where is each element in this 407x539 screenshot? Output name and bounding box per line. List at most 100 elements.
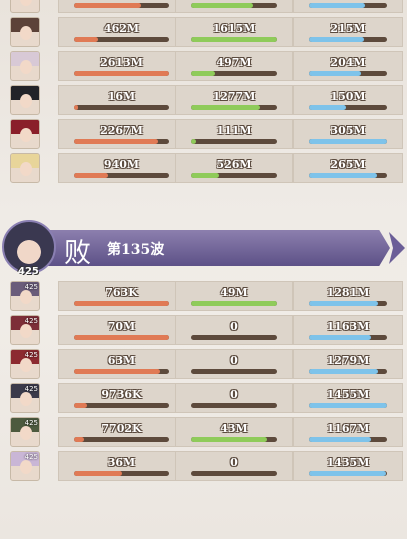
damage-taken-bar-fill [309, 301, 378, 306]
wave-result-banner: 425 败 第135波 [0, 218, 407, 288]
damage-dealt-bar-fill [74, 71, 169, 76]
damage-taken-bar [309, 173, 387, 178]
damage-dealt-value: 940M [103, 158, 140, 171]
damage-dealt-bar-fill [74, 301, 169, 306]
damage-dealt-value: 70M [107, 320, 136, 333]
healing-done-cell [175, 0, 293, 13]
hero-face [20, 94, 32, 108]
healing-done-bar [191, 335, 277, 340]
healing-done-cell: 1277M [175, 85, 293, 115]
healing-done-bar [191, 105, 277, 110]
hero-portrait[interactable] [10, 85, 40, 115]
damage-dealt-bar [74, 173, 169, 178]
damage-taken-value: 204M [330, 56, 366, 69]
damage-taken-bar-fill [309, 3, 366, 8]
hero-stat-row: 425 763K 49M 1281M [0, 279, 407, 313]
hero-portrait[interactable]: 425 [10, 349, 40, 379]
hero-stat-row: 2267M 111M 305M [0, 117, 407, 151]
healing-done-bar [191, 139, 277, 144]
healing-done-cell: 497M [175, 51, 293, 81]
damage-taken-bar-fill [309, 71, 362, 76]
healing-done-bar [191, 437, 277, 442]
damage-dealt-bar-fill [74, 369, 160, 374]
hero-level: 425 [24, 283, 38, 291]
hero-face [20, 128, 32, 142]
healing-done-bar-fill [191, 3, 253, 8]
damage-taken-cell: 305M [293, 119, 403, 149]
hero-portrait[interactable]: 425 [10, 281, 40, 311]
damage-taken-value: 1435M [326, 456, 370, 469]
damage-dealt-bar [74, 471, 169, 476]
damage-dealt-value: 2267M [100, 124, 143, 137]
damage-dealt-bar-fill [74, 437, 85, 442]
damage-taken-bar-fill [309, 369, 378, 374]
damage-dealt-cell: 9736K [58, 383, 185, 413]
hero-portrait[interactable]: 425 [10, 451, 40, 481]
damage-taken-cell: 1455M [293, 383, 403, 413]
hero-stat-row: 425 63M 0 1279M [0, 347, 407, 381]
damage-dealt-bar [74, 139, 169, 144]
damage-dealt-cell: 7702K [58, 417, 185, 447]
defeat-label: 败 [64, 238, 91, 269]
damage-taken-bar-fill [309, 471, 387, 476]
hero-stat-row: 2613M 497M 204M [0, 49, 407, 83]
hero-portrait[interactable]: 425 [10, 315, 40, 345]
hero-face [20, 0, 32, 6]
hero-stat-row: 425 36M 0 1435M [0, 449, 407, 483]
damage-dealt-value: 36M [107, 456, 136, 469]
hero-portrait[interactable] [10, 17, 40, 47]
damage-taken-bar [309, 71, 387, 76]
hero-level: 425 [24, 419, 38, 427]
damage-taken-bar [309, 301, 387, 306]
hero-face [20, 460, 32, 474]
hero-portrait[interactable]: 425 [10, 383, 40, 413]
hero-face [20, 324, 32, 338]
damage-dealt-cell: 63M [58, 349, 185, 379]
damage-taken-value: 1163M [326, 320, 370, 333]
damage-taken-value: 1279M [326, 354, 370, 367]
damage-taken-value: 215M [330, 22, 366, 35]
hero-stat-row: 16M 1277M 150M [0, 83, 407, 117]
hero-portrait[interactable] [10, 51, 40, 81]
damage-dealt-value: 7702K [101, 422, 142, 435]
damage-taken-bar [309, 105, 387, 110]
damage-taken-bar-fill [309, 173, 377, 178]
hero-portrait[interactable] [10, 0, 40, 13]
hero-level: 425 [24, 385, 38, 393]
damage-taken-bar [309, 403, 387, 408]
hero-portrait[interactable] [10, 119, 40, 149]
healing-done-value: 49M [220, 286, 248, 299]
healing-done-bar [191, 301, 277, 306]
damage-dealt-cell: 70M [58, 315, 185, 345]
hero-portrait[interactable]: 425 [10, 417, 40, 447]
damage-taken-bar [309, 3, 387, 8]
hero-face [20, 162, 32, 176]
healing-done-bar [191, 37, 277, 42]
healing-done-cell: 43M [175, 417, 293, 447]
healing-done-value: 497M [216, 56, 252, 69]
damage-dealt-bar-fill [74, 403, 88, 408]
healing-done-cell: 1615M [175, 17, 293, 47]
damage-dealt-bar [74, 37, 169, 42]
healing-done-bar [191, 173, 277, 178]
healing-done-cell: 0 [175, 349, 293, 379]
hero-stat-row: 425 9736K 0 1455M [0, 381, 407, 415]
damage-taken-cell: 204M [293, 51, 403, 81]
healing-done-bar-fill [191, 437, 267, 442]
hero-level: 425 [24, 317, 38, 325]
damage-taken-cell [293, 0, 403, 13]
damage-dealt-cell: 36M [58, 451, 185, 481]
damage-dealt-value: 63M [107, 354, 136, 367]
damage-dealt-cell [58, 0, 185, 13]
healing-done-bar [191, 3, 277, 8]
damage-taken-bar [309, 139, 387, 144]
healing-done-bar [191, 403, 277, 408]
hero-portrait[interactable] [10, 153, 40, 183]
hero-stat-row [0, 0, 407, 15]
healing-done-value: 1615M [212, 22, 256, 35]
healing-done-cell: 0 [175, 383, 293, 413]
hero-face [20, 60, 32, 74]
damage-dealt-bar-fill [74, 173, 109, 178]
healing-done-value: 1277M [212, 90, 256, 103]
damage-taken-cell: 150M [293, 85, 403, 115]
